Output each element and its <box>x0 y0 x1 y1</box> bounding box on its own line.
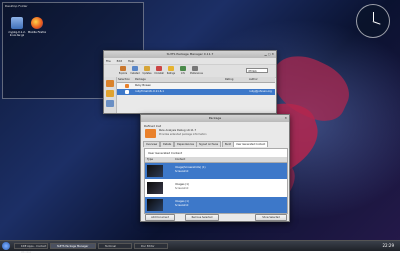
ugc-item-selected[interactable]: Images (1) Screenshot <box>145 197 287 213</box>
star-icon <box>168 66 174 71</box>
search-input[interactable]: rtfmbb <box>246 68 268 73</box>
dialog-package-desc: Provides extended package information <box>159 133 207 136</box>
ugc-panel: User Generated Content Type Content Imag… <box>144 148 288 214</box>
ugc-item-subtitle: Screenshot <box>175 170 189 173</box>
installed-icon <box>132 66 138 71</box>
add-document-button[interactable]: Add Document <box>145 214 175 221</box>
ugc-item-subtitle: Screenshot <box>175 204 189 207</box>
package-icon <box>125 90 129 94</box>
tray-clock[interactable]: 22:29 <box>382 242 394 250</box>
package-details-dialog: Package ✕ Defined Inst Rule Analysis Deb… <box>140 114 290 222</box>
package-author: ruby@johnwo.org <box>249 90 272 93</box>
desktop-icon-label: mypkg-0.1.2-linux.tar.gz <box>8 31 26 37</box>
tab-overview[interactable]: Overview <box>143 141 161 147</box>
archive-icon <box>11 17 23 29</box>
firefox-icon <box>31 17 43 29</box>
toolbar-uninstall-button[interactable]: Uninstall <box>154 66 164 76</box>
package-icon <box>125 84 129 88</box>
ugc-item-subtitle: Screenshot <box>175 187 189 190</box>
col-package[interactable]: Package <box>135 77 146 82</box>
package-manager-window: SUITS Package Manager 0.11.7 ▁ ▢ ✕ File … <box>103 50 277 114</box>
menu-edit[interactable]: Edit <box>117 59 122 63</box>
tab-user-generated-content[interactable]: User Generated Content <box>233 141 269 147</box>
dialog-title: Package <box>208 116 222 120</box>
package-large-icon <box>145 129 156 138</box>
window-titlebar[interactable]: SUITS Package Manager 0.11.7 ▁ ▢ ✕ <box>104 51 276 58</box>
col-type[interactable]: Type <box>147 157 153 162</box>
updates-icon <box>144 66 150 71</box>
toolbar-updates-button[interactable]: Updates <box>142 66 152 76</box>
screenshot-thumbnail <box>147 165 163 177</box>
dialog-package-name: Rule Analysis Debug v0.11.7 <box>159 129 197 132</box>
ugc-section-label: User Generated Content <box>148 151 183 155</box>
clock-hour-hand <box>373 12 374 21</box>
window-title: SUITS Package Manager 0.11.7 <box>166 52 214 56</box>
toolbar-preferences-button[interactable]: Preferences <box>190 66 203 76</box>
remove-selected-button[interactable]: Remove Selected <box>185 214 219 221</box>
task-contact-window[interactable]: KDE Apps - Contact Window <box>14 243 48 254</box>
category-rss-icon[interactable] <box>106 90 114 97</box>
desktop-icon-label: Mozilla Firefox <box>27 31 47 34</box>
folder-view-title: Desktop Folder <box>5 4 28 8</box>
tab-dependencies[interactable]: Dependencies <box>174 141 198 147</box>
window-controls[interactable]: ▁ ▢ ✕ <box>264 52 274 57</box>
kde-launcher-icon[interactable] <box>2 242 10 250</box>
col-content[interactable]: Content <box>175 157 185 162</box>
dialog-titlebar[interactable]: Package ✕ <box>141 115 289 122</box>
screenshot-thumbnail <box>147 182 163 194</box>
show-selected-button[interactable]: Show Selected <box>255 214 287 221</box>
tab-signed-archives[interactable]: Signed Archives <box>196 141 222 147</box>
task-terminal[interactable]: Terminal <box>98 243 132 249</box>
gear-icon <box>192 66 198 71</box>
clock-minute-hand <box>372 21 381 25</box>
explore-icon <box>120 66 126 71</box>
analog-clock-widget <box>356 4 390 38</box>
menu-file[interactable]: File <box>106 59 111 63</box>
ugc-item-selected[interactable]: Image(Screenshots) (1) Screenshot <box>145 163 287 179</box>
category-games-icon[interactable] <box>106 100 114 107</box>
dialog-tabs: Overview Details Dependencies Signed Arc… <box>143 141 287 147</box>
package-name: rubyTimeInfo-0.11.6-1 <box>135 90 164 93</box>
tab-details[interactable]: Details <box>160 141 175 147</box>
task-doc-editor[interactable]: Doc Editor <box>134 243 168 249</box>
dialog-controls[interactable]: ✕ <box>284 116 287 121</box>
col-rating[interactable]: Rating <box>225 77 233 82</box>
toolbar-info-button[interactable]: Info <box>178 66 188 76</box>
taskbar: KDE Apps - Contact Window SUITS Package … <box>0 240 400 254</box>
ugc-item-title: Images (1) <box>175 183 189 186</box>
col-author[interactable]: Author <box>249 77 258 82</box>
desktop-icon-firefox[interactable]: Mozilla Firefox <box>27 17 47 34</box>
category-home-icon[interactable] <box>106 80 114 87</box>
menubar: File Edit Help <box>104 58 276 65</box>
package-row-selected[interactable]: rubyTimeInfo-0.11.6-1 ruby@johnwo.org <box>117 89 275 95</box>
toolbar-explore-button[interactable]: Explore <box>118 66 128 76</box>
ugc-item[interactable]: Images (1) Screenshot <box>145 180 287 196</box>
desktop-icon-archive[interactable]: mypkg-0.1.2-linux.tar.gz <box>7 17 27 37</box>
ugc-item-title: Images (1) <box>175 200 189 203</box>
ugc-item-title: Image(Screenshots) (1) <box>175 166 206 169</box>
screenshot-thumbnail <box>147 199 163 211</box>
toolbar-ratings-button[interactable]: Ratings <box>166 66 176 76</box>
toolbar-installed-button[interactable]: Installed <box>130 66 140 76</box>
col-selection[interactable]: Selection <box>118 77 130 82</box>
task-package-manager[interactable]: SUITS Package Manager <box>50 243 96 249</box>
dialog-subtitle: Defined Inst <box>144 124 161 128</box>
menu-help[interactable]: Help <box>128 59 134 63</box>
info-icon <box>180 66 186 71</box>
uninstall-icon <box>156 66 162 71</box>
category-sidebar <box>104 77 117 113</box>
